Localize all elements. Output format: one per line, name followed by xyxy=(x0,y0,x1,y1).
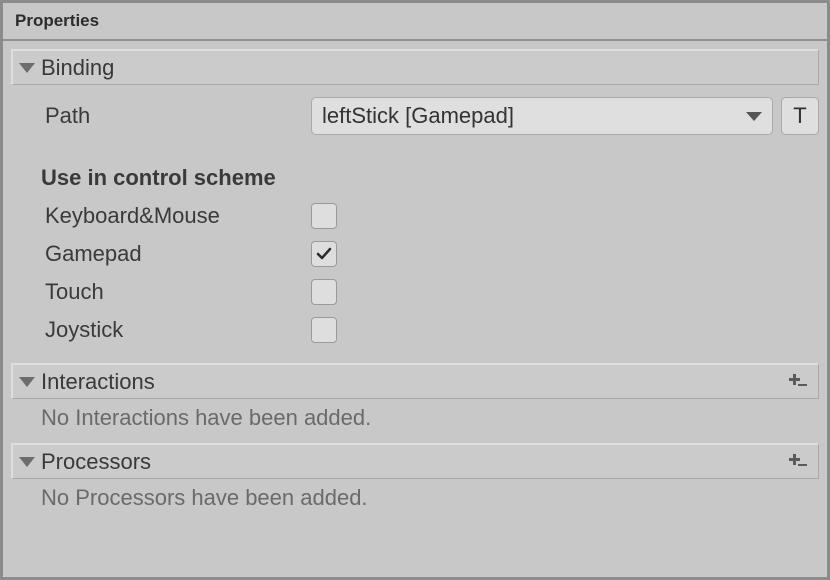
scheme-checkbox-keyboardmouse[interactable] xyxy=(311,203,337,229)
path-dropdown[interactable]: leftStick [Gamepad] xyxy=(311,97,773,135)
chevron-down-icon xyxy=(746,112,762,121)
check-icon xyxy=(315,245,333,263)
section-header-processors[interactable]: Processors xyxy=(11,443,819,479)
scheme-checkbox-gamepad[interactable] xyxy=(311,241,337,267)
row-path: Path leftStick [Gamepad] T xyxy=(11,91,819,141)
path-text-toggle-button[interactable]: T xyxy=(781,97,819,135)
section-label: Interactions xyxy=(41,369,780,395)
scheme-checkbox-joystick[interactable] xyxy=(311,317,337,343)
section-header-interactions[interactable]: Interactions xyxy=(11,363,819,399)
foldout-arrow-icon xyxy=(19,63,35,73)
foldout-arrow-icon xyxy=(19,377,35,387)
scheme-label: Joystick xyxy=(11,317,311,343)
scheme-label: Touch xyxy=(11,279,311,305)
row-scheme-joystick: Joystick xyxy=(11,311,819,349)
scheme-label: Gamepad xyxy=(11,241,311,267)
panel-titlebar: Properties xyxy=(3,3,827,41)
row-scheme-touch: Touch xyxy=(11,273,819,311)
section-header-binding[interactable]: Binding xyxy=(11,49,819,85)
scheme-checkbox-touch[interactable] xyxy=(311,279,337,305)
foldout-arrow-icon xyxy=(19,457,35,467)
section-label: Processors xyxy=(41,449,780,475)
field-label-path: Path xyxy=(11,103,311,129)
section-label: Binding xyxy=(41,55,812,81)
section-body-binding: Path leftStick [Gamepad] T Use in contro… xyxy=(3,85,827,363)
scheme-label: Keyboard&Mouse xyxy=(11,203,311,229)
row-scheme-keyboardmouse: Keyboard&Mouse xyxy=(11,197,819,235)
path-dropdown-value: leftStick [Gamepad] xyxy=(322,103,514,129)
row-scheme-gamepad: Gamepad xyxy=(11,235,819,273)
properties-panel: Properties Binding Path leftStick [Gamep… xyxy=(0,0,830,580)
plus-icon xyxy=(789,374,809,390)
interactions-empty-text: No Interactions have been added. xyxy=(3,399,827,443)
row-scheme-header: Use in control scheme xyxy=(11,159,819,197)
add-processor-button[interactable] xyxy=(786,451,812,473)
t-button-label: T xyxy=(793,103,806,129)
scheme-header-label: Use in control scheme xyxy=(11,165,311,191)
processors-empty-text: No Processors have been added. xyxy=(3,479,827,523)
panel-title: Properties xyxy=(15,11,99,31)
add-interaction-button[interactable] xyxy=(786,371,812,393)
plus-icon xyxy=(789,454,809,470)
